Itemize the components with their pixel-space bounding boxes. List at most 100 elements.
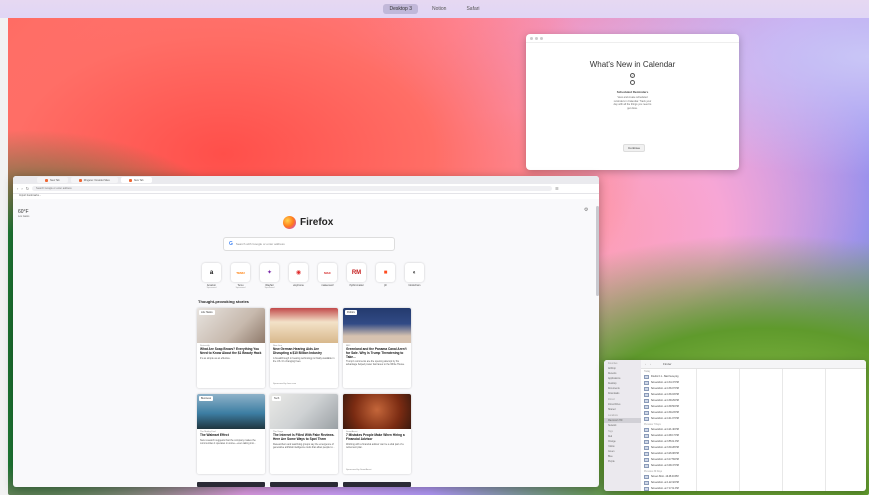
sidebar-item-purple[interactable]: Purple bbox=[604, 459, 641, 464]
file-name: Firefox 0.1 - Start here.png bbox=[651, 376, 679, 378]
story-card[interactable]: Politics BBC Greenland and the Panama Cana… bbox=[343, 308, 411, 388]
story-card[interactable]: New Line New German Hearing Aids Are Disr… bbox=[270, 308, 338, 388]
shortcut-label: rhythmmatter bbox=[349, 284, 364, 287]
image-file-icon bbox=[644, 387, 649, 391]
check-circle-icon: ✓ bbox=[630, 73, 635, 78]
shortcut-tile-icon: a bbox=[202, 263, 221, 282]
stories-heading: Thought-provoking stories bbox=[198, 299, 249, 304]
bookmarks-toolbar[interactable]: Import bookmarks... bbox=[13, 194, 599, 199]
firefox-window[interactable]: New Tab Ringerer. Neviolet Sites New Tab… bbox=[13, 176, 599, 487]
file-name: Screenshot...at 7.17.11 PM bbox=[651, 488, 679, 490]
finder-column-3[interactable] bbox=[740, 369, 783, 491]
back-arrow-icon[interactable]: ‹ bbox=[17, 186, 18, 191]
file-name: Screenshot...at 3.55.11 PM bbox=[651, 441, 679, 443]
zoom-dot-icon[interactable] bbox=[540, 36, 543, 40]
story-badge: Business bbox=[199, 396, 214, 401]
story-card[interactable]: SmartAsset 7 Mistakes People Make When Hi… bbox=[343, 394, 411, 474]
story-image bbox=[270, 308, 338, 343]
file-row[interactable]: Screenshot...at 7.17.11 PM bbox=[641, 486, 696, 491]
address-bar[interactable]: Search Google or enter address bbox=[32, 186, 553, 191]
tab-strip: New Tab Ringerer. Neviolet Sites New Tab bbox=[13, 176, 599, 184]
tab-label: Ringerer. Neviolet Sites bbox=[83, 178, 110, 182]
shortcut-tile-icon: MAC bbox=[318, 263, 337, 282]
shortcut-rhythmmatter[interactable]: RM rhythmmatter bbox=[347, 263, 366, 289]
finder-window[interactable]: Favorites AirDrop Recents Applications Deskt… bbox=[604, 360, 866, 491]
finder-column-1[interactable]: Today Firefox 0.1 - Start here.png Screens… bbox=[641, 369, 697, 491]
story-description: New research suggests that the company m… bbox=[200, 438, 256, 445]
feature-description: View and create scheduled reminders in C… bbox=[613, 96, 652, 110]
space-safari[interactable]: Safari bbox=[460, 4, 485, 14]
file-name: Screenshot...at 4.41.07 PM bbox=[651, 418, 679, 420]
story-description: Trump's comments are the opening attempt… bbox=[346, 360, 405, 367]
firefox-logo: Firefox bbox=[283, 216, 333, 229]
shortcut-blockchain[interactable]: ◐ blockchain bbox=[405, 263, 424, 289]
firefox-wordmark: Firefox bbox=[300, 217, 334, 228]
story-image bbox=[343, 394, 411, 429]
finder-column-4[interactable] bbox=[783, 369, 826, 491]
calendar-window[interactable]: What's New in Calendar ✓ Scheduled Remin… bbox=[526, 34, 739, 170]
shortcut-label: makeover2 bbox=[321, 284, 334, 287]
image-file-icon bbox=[644, 452, 649, 456]
google-icon: G bbox=[229, 241, 233, 247]
back-arrow-icon[interactable]: ‹ bbox=[645, 362, 646, 366]
story-card-peek[interactable] bbox=[197, 482, 265, 487]
file-name: Screenshot...at 3.26.08 PM bbox=[651, 453, 679, 455]
reload-icon[interactable]: ↻ bbox=[26, 186, 29, 191]
minimize-dot-icon[interactable] bbox=[535, 36, 538, 40]
gear-icon[interactable]: ⚙ bbox=[584, 207, 588, 213]
space-desktop-3[interactable]: Desktop 3 bbox=[383, 4, 418, 14]
finder-toolbar: ‹ › Finder bbox=[641, 360, 866, 369]
image-file-icon bbox=[644, 405, 649, 409]
forward-arrow-icon[interactable]: › bbox=[650, 362, 651, 366]
search-input[interactable]: G Search with Google or enter address bbox=[223, 237, 395, 251]
calendar-whats-new-title: What's New in Calendar bbox=[589, 60, 676, 69]
top-sites: a Amazon Sponsored TEMU Temu Sponsored ✦ Wayfai… bbox=[202, 263, 424, 289]
extensions-icon[interactable]: ☰ bbox=[555, 186, 559, 191]
tab-1[interactable]: New Tab bbox=[37, 177, 68, 183]
shortcut-temu[interactable]: TEMU Temu Sponsored bbox=[231, 263, 250, 289]
continue-button[interactable]: Continue bbox=[623, 144, 646, 152]
close-dot-icon[interactable] bbox=[530, 36, 533, 40]
story-card[interactable]: Life Hacks Distractify What Are Soap Brows… bbox=[197, 308, 265, 388]
image-file-icon bbox=[644, 393, 649, 397]
story-card-peek[interactable] bbox=[270, 482, 338, 487]
navigation-toolbar: ‹ › ↻ Search Google or enter address ☰ bbox=[13, 184, 599, 194]
story-card[interactable]: Tech The Verge The Internet Is Filled With… bbox=[270, 394, 338, 474]
scrollbar[interactable] bbox=[596, 206, 599, 296]
shortcut-wayfair[interactable]: ✦ Wayfair Sponsored bbox=[260, 263, 279, 289]
image-file-icon bbox=[644, 399, 649, 403]
tab-3-active[interactable]: New Tab bbox=[120, 177, 152, 183]
calendar-titlebar[interactable] bbox=[526, 34, 739, 43]
story-description: Working with a financial advisor can be … bbox=[346, 442, 404, 449]
forward-arrow-icon[interactable]: › bbox=[21, 186, 22, 191]
shortcut-label: etsyhome bbox=[293, 284, 304, 287]
file-name: Screenshot...at 4.34.47 PM bbox=[651, 382, 679, 384]
file-name: Screenshot...at 1.22.32 PM bbox=[651, 482, 679, 484]
empty-circle-icon bbox=[630, 80, 635, 85]
space-notion[interactable]: Notion bbox=[426, 4, 452, 14]
story-title: What Are Soap Brows? Everything You Need… bbox=[200, 347, 262, 355]
weather-widget[interactable]: 60°F Los Gatos bbox=[18, 209, 29, 218]
shortcut-etsyhome[interactable]: ◉ etsyhome bbox=[289, 263, 308, 289]
shortcut-jbl[interactable]: ■ jbl bbox=[376, 263, 395, 289]
sponsored-label: Sponsored bbox=[235, 287, 246, 289]
story-description: Researchers and watchdog groups say the … bbox=[273, 442, 335, 449]
image-file-icon bbox=[644, 440, 649, 444]
tab-label: New Tab bbox=[133, 178, 144, 182]
shortcut-amazon[interactable]: a Amazon Sponsored bbox=[202, 263, 221, 289]
file-name: Screenshot...at 4.39.23 PM bbox=[651, 412, 679, 414]
story-card[interactable]: Business The Motley Fool The Walmart Effec… bbox=[197, 394, 265, 474]
file-name: Screenshot...at 3.09.47 PM bbox=[651, 465, 679, 467]
tab-favicon-icon bbox=[128, 178, 132, 182]
sponsored-label: Sponsored bbox=[206, 287, 217, 289]
stories-grid: Life Hacks Distractify What Are Soap Brows… bbox=[197, 308, 411, 474]
finder-column-2[interactable] bbox=[697, 369, 740, 491]
shortcut-tile-icon: RM bbox=[347, 263, 366, 282]
image-file-icon bbox=[644, 434, 649, 438]
story-description: A breakthrough in hearing technology is … bbox=[273, 356, 335, 363]
tab-2[interactable]: Ringerer. Neviolet Sites bbox=[70, 177, 118, 183]
story-sponsored: Sponsored by SmartAsset bbox=[346, 469, 372, 471]
story-card-peek[interactable] bbox=[343, 482, 411, 487]
shortcut-makeover2[interactable]: MAC makeover2 bbox=[318, 263, 337, 289]
mission-control-bar: Desktop 3 Notion Safari bbox=[0, 0, 869, 18]
